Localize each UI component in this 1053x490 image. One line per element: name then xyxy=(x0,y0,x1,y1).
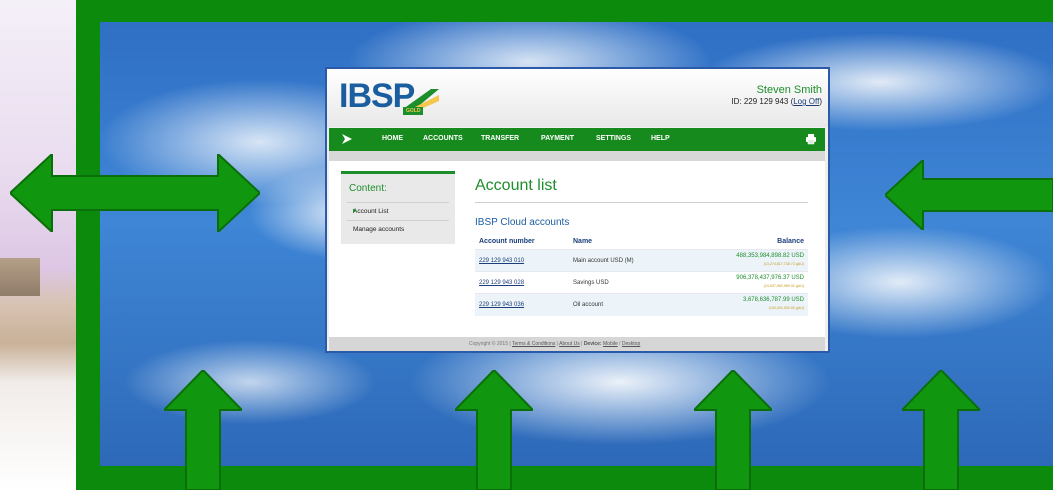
sidebar-item-label: Manage accounts xyxy=(353,226,405,233)
account-name: Oil account xyxy=(573,302,604,308)
column-header-account-number: Account number xyxy=(479,238,535,245)
table-row: 229 129 943 036 Oil account 3,678,636,78… xyxy=(475,293,808,316)
presentation-scene: IBSP GOLD Steven Smith ID: 229 129 943 (… xyxy=(0,0,1053,490)
user-id-line: ID: 229 129 943 (Log Off) xyxy=(731,97,822,106)
printer-icon[interactable] xyxy=(805,133,817,145)
nav-payment[interactable]: PAYMENT xyxy=(541,135,574,142)
left-pointing-arrow-icon xyxy=(885,160,1053,230)
user-id-text: ID: 229 129 943 ( xyxy=(731,97,794,106)
account-balance-gold: (100,001,000.00 gAU) xyxy=(768,306,804,310)
site-header: IBSP GOLD Steven Smith ID: 229 129 943 (… xyxy=(327,69,828,127)
sidebar: Content: Account List ▶ Manage accounts xyxy=(341,171,455,244)
sub-nav-bar xyxy=(329,151,825,161)
site-footer: Copyright © 2015 | Terms & Conditions | … xyxy=(329,337,825,351)
rooftop-image xyxy=(0,258,40,296)
sidebar-item-manage-accounts[interactable]: Manage accounts xyxy=(347,220,449,239)
nav-settings[interactable]: SETTINGS xyxy=(596,135,631,142)
up-arrow-icon xyxy=(902,370,980,490)
column-header-name: Name xyxy=(573,238,593,245)
selected-arrow-icon: ▶ xyxy=(353,208,357,214)
account-number-link[interactable]: 229 129 943 010 xyxy=(479,258,524,264)
sidebar-title: Content: xyxy=(349,183,387,194)
table-row: 229 129 943 010 Main account USD (M) 488… xyxy=(475,249,808,272)
account-name: Main account USD (M) xyxy=(573,258,634,264)
user-id-close: ) xyxy=(819,97,822,106)
desktop-link[interactable]: Desktop xyxy=(622,341,640,347)
banking-site-window: IBSP GOLD Steven Smith ID: 229 129 943 (… xyxy=(325,67,830,353)
section-title: IBSP Cloud accounts xyxy=(475,217,570,228)
content-area: Content: Account List ▶ Manage accounts … xyxy=(329,161,825,337)
nav-help[interactable]: HELP xyxy=(651,135,670,142)
device-label: Device: xyxy=(583,341,602,347)
sidebar-item-account-list[interactable]: Account List ▶ xyxy=(347,202,449,221)
account-number-link[interactable]: 229 129 943 028 xyxy=(479,280,524,286)
terms-link[interactable]: Terms & Conditions xyxy=(512,341,555,347)
ibsp-logo[interactable]: IBSP GOLD xyxy=(339,77,449,117)
account-balance-gold: (24,637,982,969.32 gAU) xyxy=(763,284,804,288)
left-photo-strip xyxy=(0,0,76,490)
up-arrow-icon xyxy=(455,370,533,490)
page-title: Account list xyxy=(475,177,557,194)
mobile-link[interactable]: Mobile xyxy=(603,341,618,347)
nav-accounts[interactable]: ACCOUNTS xyxy=(423,135,463,142)
up-arrow-icon xyxy=(164,370,242,490)
account-number-link[interactable]: 229 129 943 036 xyxy=(479,302,524,308)
account-balance: 3,678,636,787.99 USD xyxy=(742,297,804,303)
account-balance-gold: (13,274,817,738.73 gAU) xyxy=(763,262,804,266)
left-double-arrow-icon xyxy=(10,154,260,232)
column-header-balance: Balance xyxy=(777,238,804,245)
nav-home[interactable]: HOME xyxy=(382,135,403,142)
user-name: Steven Smith xyxy=(756,84,822,96)
logoff-link[interactable]: Log Off xyxy=(793,97,819,106)
footer-text: Copyright © 2015 | Terms & Conditions | … xyxy=(469,341,640,347)
main-nav-bar: HOME ACCOUNTS TRANSFER PAYMENT SETTINGS … xyxy=(329,128,825,151)
account-balance: 906,378,437,976.37 USD xyxy=(736,275,804,281)
copyright-text: Copyright © 2015 | xyxy=(469,341,512,347)
title-divider xyxy=(475,202,808,203)
logo-gold-tag: GOLD xyxy=(403,107,424,115)
play-arrow-icon[interactable] xyxy=(341,133,353,145)
up-arrow-icon xyxy=(694,370,772,490)
table-row: 229 129 943 028 Savings USD 906,378,437,… xyxy=(475,271,808,294)
account-balance: 488,353,984,898.82 USD xyxy=(736,253,804,259)
nav-transfer[interactable]: TRANSFER xyxy=(481,135,519,142)
about-link[interactable]: About Us xyxy=(559,341,580,347)
account-name: Savings USD xyxy=(573,280,609,286)
